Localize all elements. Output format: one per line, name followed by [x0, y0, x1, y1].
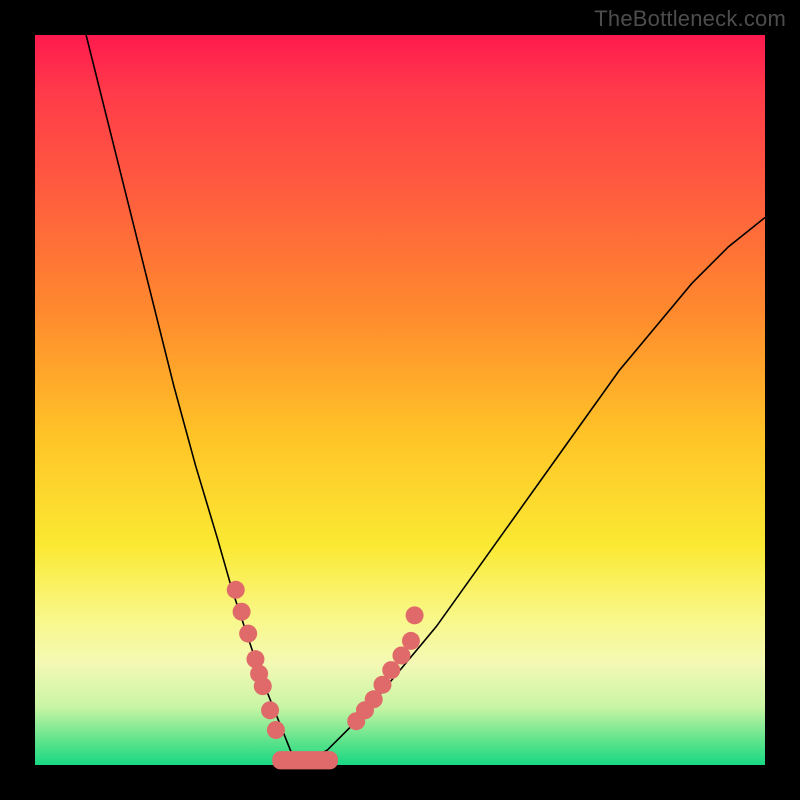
data-marker: [227, 581, 245, 599]
curve-right: [298, 218, 765, 766]
markers-left-cluster: [227, 581, 285, 739]
data-marker: [239, 625, 257, 643]
data-marker: [254, 677, 272, 695]
attribution-text: TheBottleneck.com: [594, 6, 786, 32]
curve-left: [86, 35, 298, 765]
chart-svg: [35, 35, 765, 765]
data-marker: [382, 661, 400, 679]
markers-right-cluster: [347, 606, 423, 730]
plot-area: [35, 35, 765, 765]
flat-band-rect: [272, 751, 338, 769]
data-marker: [402, 632, 420, 650]
data-marker: [233, 603, 251, 621]
data-marker: [406, 606, 424, 624]
data-marker: [261, 701, 279, 719]
chart-frame: TheBottleneck.com: [0, 0, 800, 800]
flat-band: [272, 751, 338, 769]
data-marker: [267, 721, 285, 739]
